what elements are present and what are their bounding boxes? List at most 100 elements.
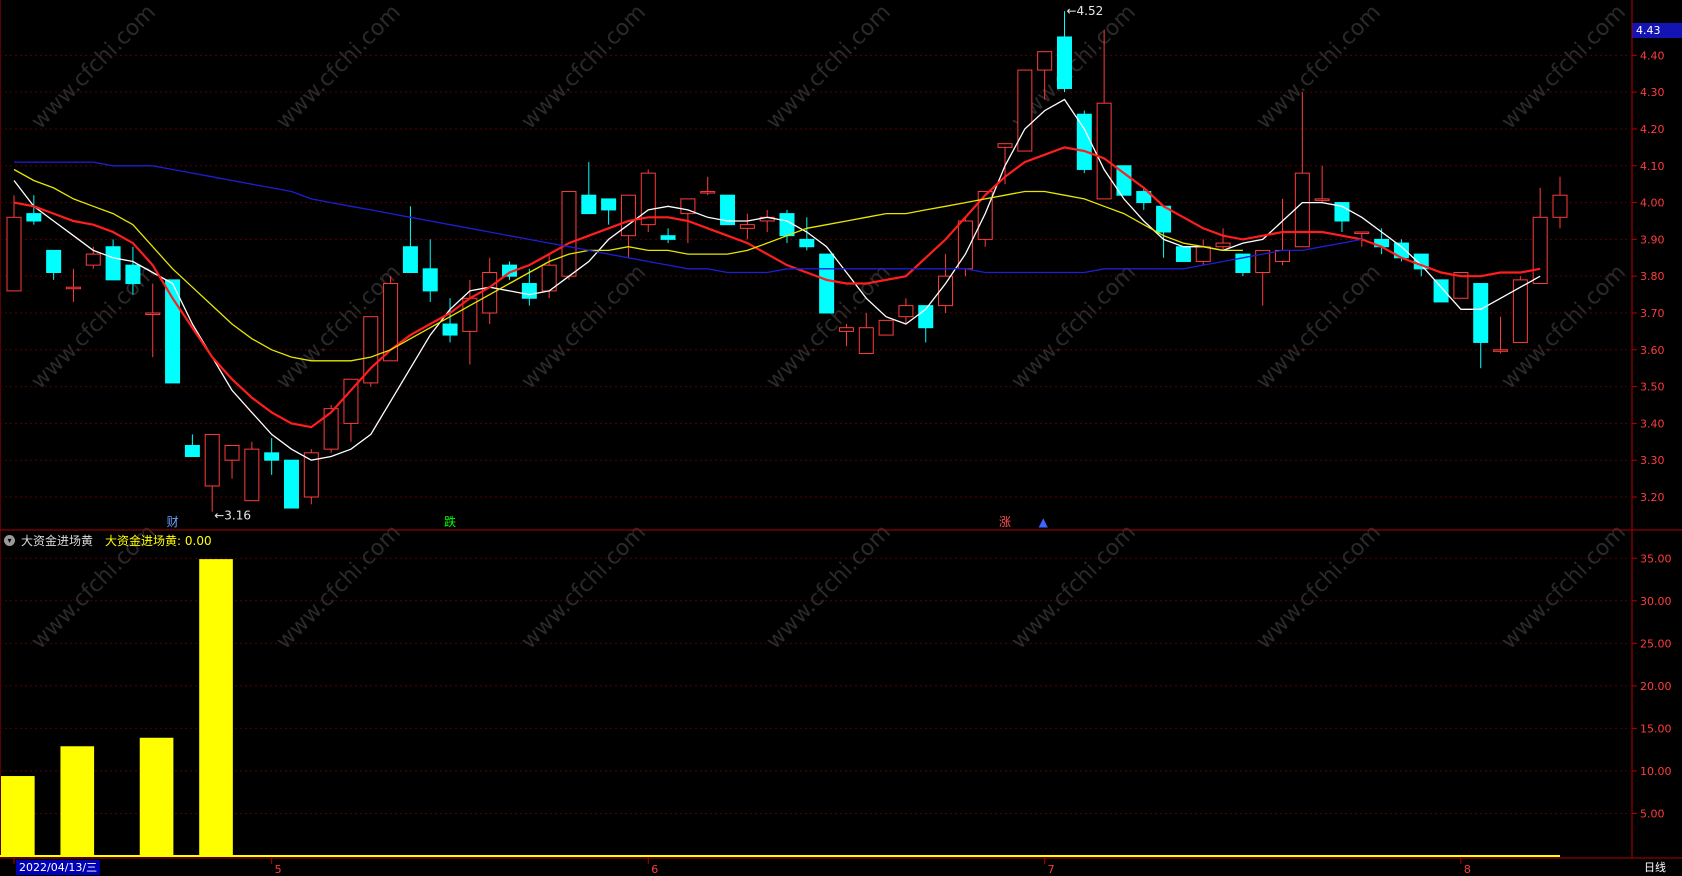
candle-up: [6, 216, 22, 292]
candle-up: [561, 191, 577, 277]
candle-up: [1532, 216, 1548, 285]
month-label: 8: [1464, 863, 1471, 876]
candle-up: [1354, 231, 1370, 235]
candle-up: [1294, 172, 1310, 248]
candle-up: [65, 286, 81, 290]
watermark-text: www.cfchi.com: [1497, 520, 1631, 654]
candle-up: [838, 327, 854, 332]
watermark-text: www.cfchi.com: [1252, 260, 1386, 394]
collapse-icon[interactable]: ▾: [4, 534, 15, 546]
period-label[interactable]: 日线: [1644, 860, 1666, 875]
candle-up: [224, 444, 240, 461]
candle-up: [85, 253, 101, 266]
price-tick-label: 3.60: [1640, 344, 1665, 357]
price-tick-label: 3.30: [1640, 454, 1665, 467]
candle-up: [878, 319, 894, 336]
candle-down: [283, 459, 299, 509]
candle-down: [1433, 279, 1449, 303]
candle-down: [779, 213, 795, 237]
candle-down: [1056, 36, 1072, 89]
candle-down: [442, 323, 458, 336]
event-marker: 跌: [444, 514, 456, 529]
candle-up: [1493, 349, 1509, 352]
price-tick-label: 3.70: [1640, 307, 1665, 320]
watermark-text: www.cfchi.com: [1252, 0, 1386, 134]
candle-up: [1096, 102, 1112, 200]
cursor-date: 2022/04/13/三: [16, 860, 101, 875]
candle-down: [422, 268, 438, 292]
price-tick-label: 4.00: [1640, 197, 1665, 210]
indicator-tick-label: 30.00: [1640, 595, 1672, 608]
candle-up: [997, 143, 1013, 148]
indicator-tick-label: 20.00: [1640, 680, 1672, 693]
watermark-text: www.cfchi.com: [272, 0, 406, 134]
candle-up: [1215, 242, 1231, 248]
watermark-text: www.cfchi.com: [1007, 520, 1141, 654]
candle-up: [898, 305, 914, 318]
candle-down: [26, 213, 42, 222]
candle-up: [145, 312, 161, 315]
watermark-text: www.cfchi.com: [762, 0, 896, 134]
indicator-tick-label: 35.00: [1640, 552, 1672, 565]
indicator-tick-label: 25.00: [1640, 637, 1672, 650]
candle-down: [402, 246, 418, 273]
price-tick-label: 4.30: [1640, 86, 1665, 99]
indicator-title-bar: ▾ 大资金进场黄 大资金进场黄: 0.00: [4, 531, 212, 549]
candle-down: [819, 253, 835, 314]
watermark-text: www.cfchi.com: [517, 0, 651, 134]
candle-up: [858, 327, 874, 354]
candle-down: [105, 246, 121, 281]
price-tick-label: 4.40: [1640, 49, 1665, 62]
indicator-bar: [1, 776, 35, 856]
indicator-bar: [199, 559, 233, 856]
candle-down: [799, 238, 815, 248]
indicator-bar: [139, 737, 174, 856]
candle-down: [165, 279, 181, 384]
indicator-value: 大资金进场黄: 0.00: [105, 533, 212, 548]
price-tick-label: 3.90: [1640, 233, 1665, 246]
candle-down: [660, 235, 676, 240]
candle-up: [620, 194, 636, 237]
candle-down: [46, 249, 62, 273]
candle-up: [204, 433, 220, 487]
candle-down: [1473, 283, 1489, 343]
candle-down: [1175, 246, 1191, 262]
candle-down: [184, 444, 200, 458]
watermark-text: www.cfchi.com: [1497, 0, 1631, 134]
watermark-text: www.cfchi.com: [1252, 520, 1386, 654]
month-label: 7: [1048, 863, 1055, 876]
event-marker: 涨: [999, 514, 1011, 529]
stock-chart[interactable]: www.cfchi.com www.cfchi.com www.cfchi.com w…: [0, 0, 1682, 876]
month-label: 6: [651, 863, 658, 876]
candle-down: [521, 283, 537, 299]
price-tick-label: 3.50: [1640, 381, 1665, 394]
candle-up: [482, 272, 498, 314]
indicator-tick-label: 5.00: [1640, 807, 1665, 820]
indicator-name: 大资金进场黄: [21, 533, 94, 548]
watermark-text: www.cfchi.com: [1007, 260, 1141, 394]
candle-up: [1037, 51, 1053, 71]
candle-down: [264, 452, 280, 461]
candle-down: [601, 198, 617, 211]
event-marker: 财: [167, 515, 179, 529]
candle-up: [244, 448, 260, 502]
price-tick-label: 3.80: [1640, 270, 1665, 283]
price-tick-label: 4.20: [1640, 123, 1665, 136]
price-tick-label: 3.20: [1640, 491, 1665, 504]
price-tick-label: 4.10: [1640, 160, 1665, 173]
candle-up: [1195, 246, 1211, 262]
price-tick-label: 3.40: [1640, 417, 1665, 430]
event-marker: ▲: [1039, 515, 1049, 529]
watermark-text: www.cfchi.com: [762, 520, 896, 654]
candle-up: [1314, 198, 1330, 201]
candle-down: [581, 194, 597, 215]
candle-up: [700, 191, 716, 194]
month-label: 5: [275, 863, 282, 876]
high-annotation: ←4.52: [1066, 4, 1103, 18]
watermark-text: www.cfchi.com: [27, 0, 161, 134]
moving-average-line: [13, 98, 1541, 461]
watermark-text: www.cfchi.com: [272, 520, 406, 654]
watermark-text: www.cfchi.com: [27, 260, 161, 394]
watermark-text: www.cfchi.com: [517, 520, 651, 654]
indicator-tick-label: 10.00: [1640, 765, 1672, 778]
